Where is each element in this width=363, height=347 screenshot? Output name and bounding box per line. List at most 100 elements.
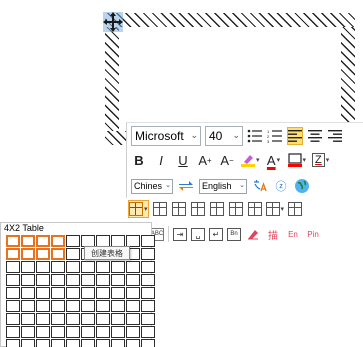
swap-language-button[interactable] <box>178 177 194 195</box>
table-grid-cell[interactable] <box>141 261 155 273</box>
insert-table-button[interactable]: ▾ <box>128 200 149 218</box>
line-break-button[interactable]: ↵ <box>209 227 223 241</box>
table-grid-cell[interactable] <box>141 339 155 347</box>
font-size-combo[interactable]: 40 ⌄ <box>205 126 243 146</box>
table-grid-cell[interactable] <box>66 261 80 273</box>
table-merge-button[interactable]: ▾ <box>265 200 284 218</box>
table-grid-cell[interactable] <box>51 326 65 338</box>
table-grid-cell[interactable] <box>36 300 50 312</box>
table-grid-cell[interactable] <box>6 300 20 312</box>
trace-button[interactable]: 描 <box>265 225 281 243</box>
table-grid-cell[interactable] <box>126 326 140 338</box>
font-name-combo[interactable]: Microsoft ⌄ <box>131 126 201 146</box>
english-button[interactable]: En <box>285 225 301 243</box>
table-grid-cell[interactable] <box>51 274 65 286</box>
table-grid-cell[interactable] <box>21 313 35 325</box>
table-grid-cell[interactable] <box>141 287 155 299</box>
border-style-button[interactable]: ▾ <box>287 151 306 169</box>
table-grid-cell[interactable] <box>6 313 20 325</box>
table-grid-cell[interactable] <box>81 274 95 286</box>
table-grid-cell[interactable] <box>81 339 95 347</box>
table-grid-cell[interactable] <box>111 339 125 347</box>
table-grid-cell[interactable] <box>141 235 155 247</box>
font-color-button[interactable]: A ▾ <box>266 151 282 169</box>
table-grid-cell[interactable] <box>21 339 35 347</box>
table-grid-cell[interactable] <box>36 261 50 273</box>
table-grid-cell[interactable] <box>6 339 20 347</box>
translate-button[interactable] <box>252 177 268 195</box>
table-grid-cell[interactable] <box>126 287 140 299</box>
table-grid-cell[interactable] <box>51 339 65 347</box>
table-grid-cell[interactable] <box>81 313 95 325</box>
align-left-button[interactable] <box>287 127 303 145</box>
table-grid-cell[interactable] <box>21 261 35 273</box>
table-grid-cell[interactable] <box>81 300 95 312</box>
table-grid-cell[interactable] <box>51 287 65 299</box>
table-grid-cell[interactable] <box>36 274 50 286</box>
table-grid-cell[interactable] <box>111 313 125 325</box>
table-grid-cell[interactable] <box>141 300 155 312</box>
table-grid-cell[interactable] <box>66 248 80 260</box>
table-grid-cell[interactable] <box>111 274 125 286</box>
numbered-list-button[interactable]: 123 <box>267 127 283 145</box>
table-grid-cell[interactable] <box>96 274 110 286</box>
target-language-combo[interactable]: English ⌄ <box>199 178 247 194</box>
table-grid-cell[interactable] <box>141 326 155 338</box>
shrink-font-button[interactable]: A − <box>219 151 235 169</box>
table-insert-col-left-button[interactable] <box>190 200 206 218</box>
special-char-button[interactable]: Bn <box>227 227 241 241</box>
table-grid-cell[interactable] <box>81 287 95 299</box>
table-grid-cell[interactable] <box>126 313 140 325</box>
table-delete-row-button[interactable] <box>228 200 244 218</box>
eraser-button[interactable] <box>245 225 261 243</box>
table-insert-row-above-button[interactable] <box>152 200 168 218</box>
hatched-border-left[interactable] <box>105 27 119 131</box>
move-arrows-icon[interactable] <box>101 10 125 34</box>
bold-button[interactable]: B <box>131 151 147 169</box>
table-grid-cell[interactable] <box>96 300 110 312</box>
table-grid-cell[interactable] <box>21 326 35 338</box>
table-grid-cell[interactable] <box>51 235 65 247</box>
table-grid-cell[interactable] <box>51 261 65 273</box>
table-grid-cell[interactable] <box>111 287 125 299</box>
table-grid-cell[interactable] <box>66 235 80 247</box>
underline-button[interactable]: U <box>175 151 191 169</box>
table-grid[interactable] <box>6 235 155 347</box>
table-grid-cell[interactable] <box>21 248 35 260</box>
table-grid-cell[interactable] <box>6 248 20 260</box>
table-grid-cell[interactable] <box>21 287 35 299</box>
table-grid-cell[interactable] <box>66 326 80 338</box>
table-grid-cell[interactable] <box>66 300 80 312</box>
table-delete-col-button[interactable] <box>247 200 263 218</box>
table-grid-cell[interactable] <box>96 313 110 325</box>
table-grid-cell[interactable] <box>6 235 20 247</box>
table-grid-cell[interactable] <box>96 261 110 273</box>
table-grid-cell[interactable] <box>66 287 80 299</box>
table-grid-cell[interactable] <box>36 287 50 299</box>
table-grid-cell[interactable] <box>36 313 50 325</box>
table-grid-cell[interactable] <box>6 287 20 299</box>
hatched-border-right[interactable] <box>341 27 355 131</box>
table-grid-cell[interactable] <box>96 287 110 299</box>
table-grid-cell[interactable] <box>126 274 140 286</box>
table-grid-cell[interactable] <box>6 261 20 273</box>
table-grid-cell[interactable] <box>66 313 80 325</box>
table-grid-cell[interactable] <box>66 274 80 286</box>
indent-button[interactable]: ⇥ <box>173 227 187 241</box>
table-grid-cell[interactable] <box>126 261 140 273</box>
pinyin-button[interactable]: Pin <box>305 225 321 243</box>
align-right-button[interactable] <box>327 127 343 145</box>
table-grid-cell[interactable] <box>6 274 20 286</box>
table-grid-cell[interactable] <box>111 300 125 312</box>
table-insert-col-right-button[interactable] <box>209 200 225 218</box>
table-grid-cell[interactable] <box>81 261 95 273</box>
table-grid-cell[interactable] <box>111 261 125 273</box>
italic-button[interactable]: I <box>153 151 169 169</box>
source-language-combo[interactable]: Chines ⌄ <box>131 178 173 194</box>
table-grid-cell[interactable] <box>81 326 95 338</box>
table-grid-cell[interactable] <box>51 248 65 260</box>
table-grid-cell[interactable] <box>111 326 125 338</box>
table-grid-cell[interactable] <box>126 300 140 312</box>
globe-button[interactable] <box>294 177 310 195</box>
table-grid-cell[interactable] <box>36 339 50 347</box>
